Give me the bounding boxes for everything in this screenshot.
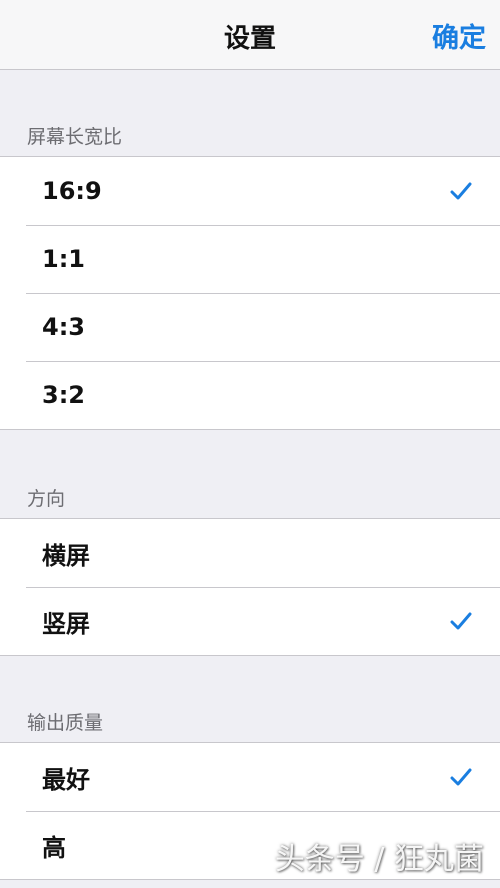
confirm-button[interactable]: 确定 xyxy=(432,16,486,55)
section-header-output-quality: 输出质量 xyxy=(27,712,104,734)
option-row-best[interactable]: 最好 xyxy=(0,743,500,811)
option-label: 横屏 xyxy=(42,541,90,570)
navigation-bar: 设置 确定 xyxy=(0,0,500,70)
section-header-aspect-ratio: 屏幕长宽比 xyxy=(27,126,123,148)
option-row-portrait[interactable]: 竖屏 xyxy=(0,587,500,655)
checkmark-icon xyxy=(450,612,472,630)
option-label: 竖屏 xyxy=(42,609,90,638)
section-header-orientation: 方向 xyxy=(27,488,66,510)
option-label: 4:3 xyxy=(42,313,85,341)
option-label: 3:2 xyxy=(42,381,85,409)
option-label: 最好 xyxy=(42,765,90,794)
option-row-16-9[interactable]: 16:9 xyxy=(0,157,500,225)
option-row-1-1[interactable]: 1:1 xyxy=(0,225,500,293)
option-row-4-3[interactable]: 4:3 xyxy=(0,293,500,361)
page-title: 设置 xyxy=(223,24,276,54)
checkmark-icon xyxy=(450,768,472,786)
option-row-3-2[interactable]: 3:2 xyxy=(0,361,500,429)
watermark: 头条号 / 狂丸菌 xyxy=(274,842,484,877)
option-label: 16:9 xyxy=(42,177,102,205)
orientation-group: 横屏 竖屏 xyxy=(0,518,500,656)
aspect-ratio-group: 16:9 1:1 4:3 3:2 xyxy=(0,156,500,430)
option-label: 1:1 xyxy=(42,245,85,273)
checkmark-icon xyxy=(450,182,472,200)
option-label: 高 xyxy=(42,833,66,862)
option-row-landscape[interactable]: 横屏 xyxy=(0,519,500,587)
